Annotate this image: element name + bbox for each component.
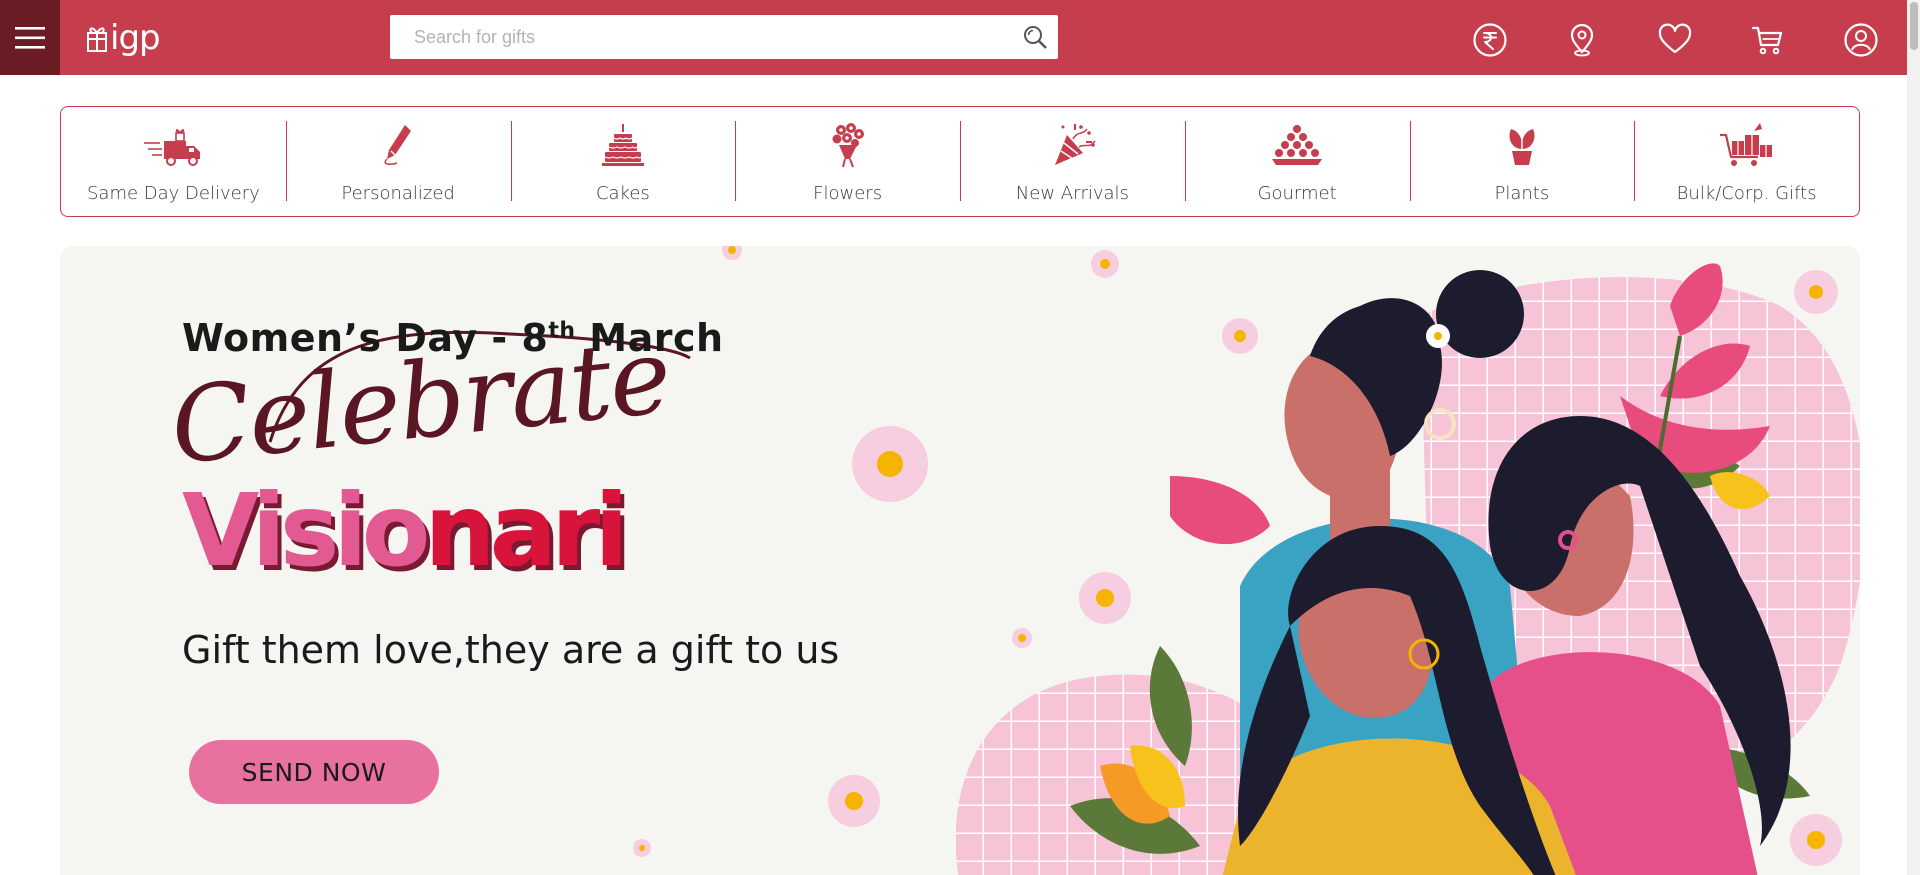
sweets-icon xyxy=(1272,125,1323,165)
gift-cart-icon xyxy=(1719,123,1772,166)
logo-text: igp xyxy=(110,18,161,58)
currency-rupee-icon[interactable] xyxy=(1472,22,1508,58)
category-bulk-corp-gifts[interactable]: Bulk/Corp. Gifts xyxy=(1634,107,1859,216)
cart-icon[interactable] xyxy=(1750,22,1786,58)
category-cakes[interactable]: Cakes xyxy=(510,107,736,216)
search-bar xyxy=(390,15,1058,59)
category-plants[interactable]: Plants xyxy=(1409,107,1635,216)
category-flowers[interactable]: Flowers xyxy=(735,107,960,216)
account-icon[interactable] xyxy=(1843,22,1879,58)
category-label: Bulk/Corp. Gifts xyxy=(1676,183,1817,204)
category-label: New Arrivals xyxy=(1015,183,1129,204)
page: igp Search for gifts Same Day Delivery P… xyxy=(0,0,1920,875)
pen-icon xyxy=(384,125,412,165)
category-label: Same Day Delivery xyxy=(86,183,260,204)
banner-subtitle: Gift them love,they are a gift to us xyxy=(182,628,840,672)
gift-logo-icon xyxy=(87,27,107,52)
category-personalized[interactable]: Personalized xyxy=(285,107,511,216)
category-same-day-delivery[interactable]: Same Day Delivery xyxy=(61,107,286,216)
heart-icon[interactable] xyxy=(1657,22,1693,58)
category-label: Cakes xyxy=(595,183,650,204)
category-label: Plants xyxy=(1494,183,1550,204)
category-label: Gourmet xyxy=(1257,183,1337,204)
category-gourmet[interactable]: Gourmet xyxy=(1184,107,1410,216)
category-label: Personalized xyxy=(341,183,455,204)
scroll-thumb[interactable] xyxy=(1910,2,1918,50)
bouquet-icon xyxy=(832,123,864,168)
delivery-truck-icon xyxy=(144,129,201,166)
cake-icon xyxy=(601,124,644,166)
search-input[interactable] xyxy=(390,16,990,58)
page-scrollbar[interactable] xyxy=(1907,0,1920,875)
category-label: Flowers xyxy=(813,183,883,204)
site-logo[interactable]: igp xyxy=(86,18,161,58)
party-popper-icon xyxy=(1055,124,1096,165)
plant-icon xyxy=(1509,129,1535,165)
search-icon[interactable] xyxy=(1022,24,1048,50)
hamburger-icon xyxy=(15,26,45,49)
category-new-arrivals[interactable]: New Arrivals xyxy=(960,107,1185,216)
hamburger-menu-button[interactable] xyxy=(0,0,60,75)
send-now-button[interactable]: SEND NOW xyxy=(189,740,439,804)
top-header: igp xyxy=(0,0,1907,75)
category-navigation: Same Day Delivery Personalized Cakes Flo… xyxy=(60,106,1860,217)
banner-brand-text: Visionari xyxy=(182,472,629,589)
hero-banner[interactable]: Women’s Day - 8th March Celebrate Vision… xyxy=(60,246,1860,875)
location-icon[interactable] xyxy=(1564,22,1600,58)
